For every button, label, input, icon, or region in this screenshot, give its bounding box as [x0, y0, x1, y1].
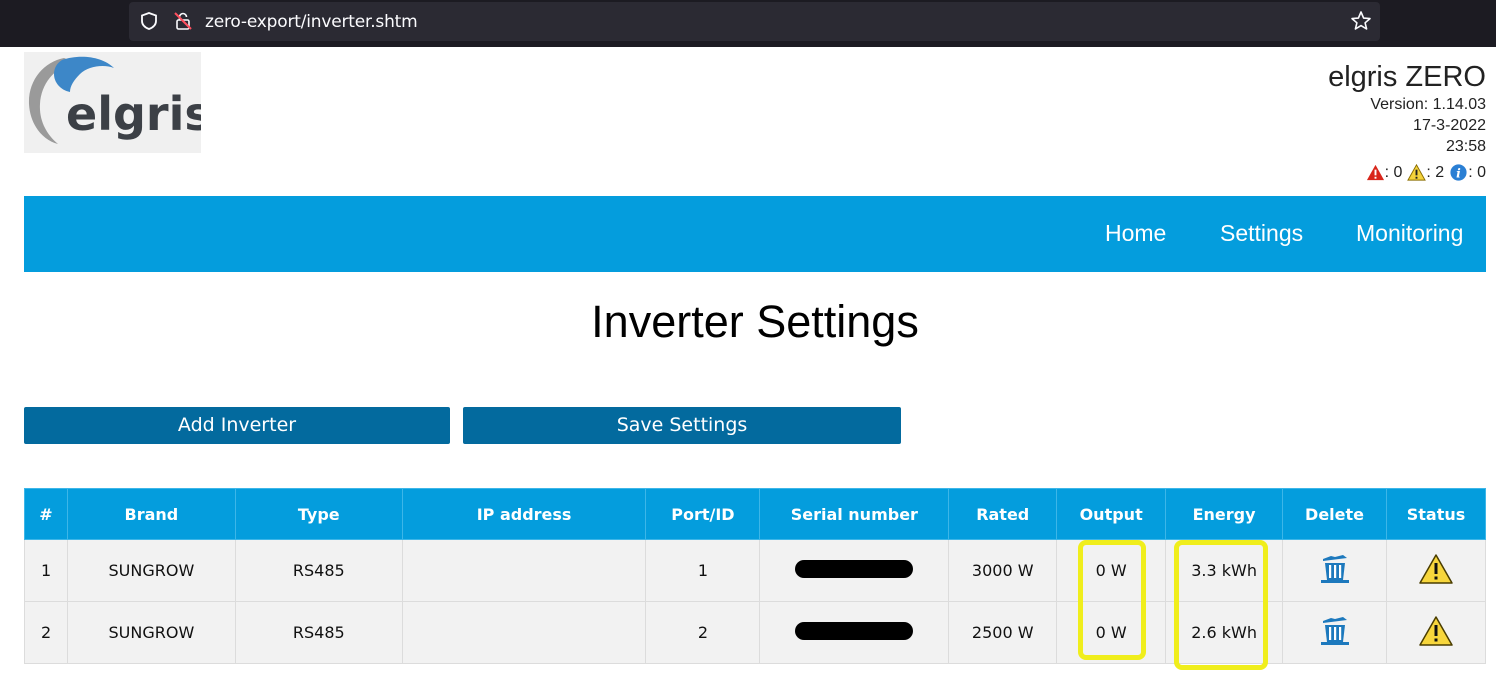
col-header-energy: Energy	[1165, 488, 1284, 540]
add-inverter-button[interactable]: Add Inverter	[24, 407, 450, 444]
bookmark-star-icon[interactable]	[1350, 10, 1372, 32]
cell-brand[interactable]: SUNGROW	[66, 601, 236, 664]
time-text: 23:58	[1445, 138, 1486, 155]
cell-status	[1385, 601, 1487, 664]
url-text[interactable]: zero-export/inverter.shtm	[205, 12, 418, 32]
trash-icon[interactable]	[1317, 552, 1353, 586]
table-header-row: # Brand Type IP address Port/ID Serial n…	[24, 488, 1487, 540]
svg-text:i: i	[1456, 165, 1461, 180]
insecure-lock-icon[interactable]	[173, 11, 193, 31]
cell-ip[interactable]	[401, 601, 647, 664]
elgris-logo: elgris	[24, 52, 212, 153]
col-header-rated: Rated	[948, 488, 1058, 540]
cell-serial[interactable]	[759, 539, 950, 602]
cell-delete	[1282, 601, 1387, 664]
nav-monitoring[interactable]: Monitoring	[1356, 220, 1463, 247]
cell-rated[interactable]: 2500 W	[948, 601, 1058, 664]
cell-port[interactable]: 2	[645, 601, 761, 664]
col-header-output: Output	[1056, 488, 1167, 540]
cell-number: 2	[24, 601, 68, 664]
shield-icon[interactable]	[139, 11, 159, 31]
warning-counter[interactable]: : 2	[1407, 163, 1444, 182]
warning-icon	[1407, 163, 1427, 181]
svg-text:elgris: elgris	[66, 87, 201, 141]
redacted-serial	[795, 621, 914, 640]
nav-settings[interactable]: Settings	[1220, 220, 1303, 247]
warning-status-icon[interactable]	[1418, 553, 1454, 585]
product-name: elgris ZERO	[1328, 61, 1486, 93]
col-header-number: #	[24, 488, 68, 540]
cell-brand[interactable]: SUNGROW	[66, 539, 236, 602]
output-highlight	[1078, 540, 1146, 660]
address-bar[interactable]: zero-export/inverter.shtm	[129, 2, 1380, 41]
page-title: Inverter Settings	[591, 296, 919, 347]
col-header-serial: Serial number	[759, 488, 950, 540]
cell-serial[interactable]	[759, 601, 950, 664]
error-counter[interactable]: : 0	[1366, 163, 1402, 182]
redacted-serial	[795, 559, 914, 578]
col-header-delete: Delete	[1282, 488, 1387, 540]
device-info: elgris ZERO Version: 1.14.03 17-3-2022 2…	[1328, 60, 1486, 157]
cell-type[interactable]: RS485	[234, 601, 403, 664]
error-icon	[1366, 164, 1384, 181]
cell-rated[interactable]: 3000 W	[948, 539, 1058, 602]
info-counter[interactable]: i : 0	[1449, 163, 1486, 182]
warning-status-icon[interactable]	[1418, 615, 1454, 647]
alert-counters: : 0 : 2 i : 0	[1362, 163, 1486, 182]
trash-icon[interactable]	[1317, 614, 1353, 648]
cell-ip[interactable]	[401, 539, 647, 602]
cell-type[interactable]: RS485	[234, 539, 403, 602]
main-nav: Home Settings Monitoring	[24, 196, 1486, 272]
col-header-ip: IP address	[401, 488, 647, 540]
version-text: Version: 1.14.03	[1370, 96, 1486, 113]
cell-delete	[1282, 539, 1387, 602]
col-header-status: Status	[1385, 488, 1487, 540]
nav-home[interactable]: Home	[1105, 220, 1166, 247]
energy-highlight	[1174, 540, 1268, 670]
date-text: 17-3-2022	[1413, 117, 1486, 134]
browser-toolbar: zero-export/inverter.shtm	[0, 0, 1496, 47]
cell-status	[1385, 539, 1487, 602]
col-header-brand: Brand	[66, 488, 236, 540]
info-icon: i	[1450, 164, 1467, 181]
save-settings-button[interactable]: Save Settings	[463, 407, 901, 444]
col-header-port: Port/ID	[645, 488, 761, 540]
cell-port[interactable]: 1	[645, 539, 761, 602]
col-header-type: Type	[234, 488, 403, 540]
cell-number: 1	[24, 539, 68, 602]
